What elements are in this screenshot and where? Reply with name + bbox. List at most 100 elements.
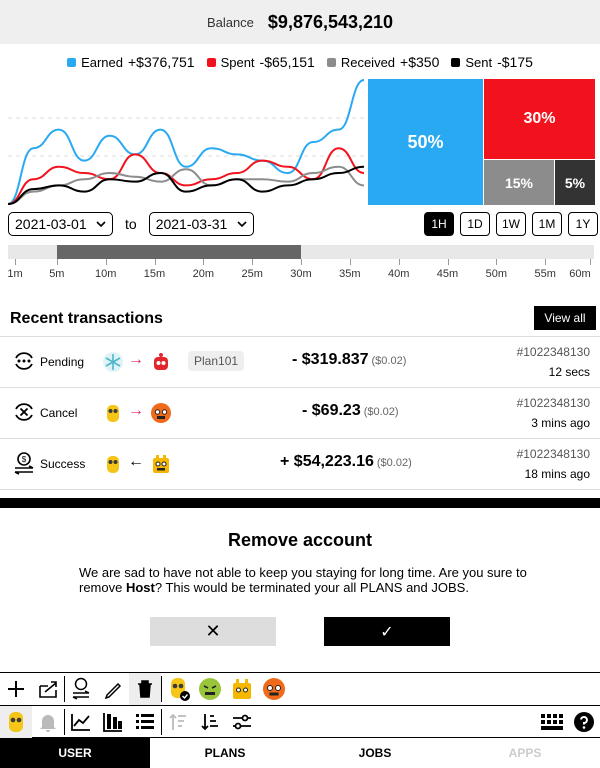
chevron-down-icon xyxy=(237,221,247,227)
snowflake-avatar-icon xyxy=(103,352,123,372)
transaction-row[interactable]: $ Success ← + $54,223.16 ($0.02) #1022348… xyxy=(0,439,600,490)
bar-chart-view-button[interactable] xyxy=(97,706,129,738)
treemap-cell-spent[interactable]: 30% xyxy=(484,79,595,159)
legend-value: -$175 xyxy=(497,54,533,70)
transaction-fee: ($0.02) xyxy=(371,355,407,367)
series-layer xyxy=(8,79,364,205)
action-toolbar xyxy=(0,672,600,706)
timeline-tick-label: 15m xyxy=(143,268,166,280)
legend-name: Spent xyxy=(220,54,255,70)
timeline-tick-label: 10m xyxy=(94,268,117,280)
help-button[interactable] xyxy=(568,706,600,738)
add-button[interactable] xyxy=(0,673,32,705)
timeline-selection[interactable] xyxy=(56,245,301,259)
amount-value: - $69.23 xyxy=(302,402,361,419)
robot-avatar-icon xyxy=(154,353,168,370)
legend-name: Earned xyxy=(81,54,123,70)
legend-swatch xyxy=(326,57,336,67)
transaction-id: #1022348130 xyxy=(516,345,590,359)
avatar-host-button[interactable] xyxy=(162,673,194,705)
line-chart-view-button[interactable] xyxy=(65,706,97,738)
timeline-tick xyxy=(590,259,591,265)
legend-value: +$350 xyxy=(400,54,440,70)
help-icon xyxy=(574,711,594,732)
transaction-status: Pending xyxy=(40,355,85,369)
tab-jobs[interactable]: JOBS xyxy=(300,738,450,768)
modal-confirm-button[interactable]: ✓ xyxy=(324,617,450,646)
avatar-orange-button[interactable] xyxy=(258,673,290,705)
balance-bar: Balance $9,876,543,210 xyxy=(0,0,600,44)
legend-item-sent[interactable]: Sent -$175 xyxy=(451,54,533,70)
timeline-tick-label: 20m xyxy=(192,268,215,280)
list-view-button[interactable] xyxy=(129,706,161,738)
pending-icon xyxy=(15,352,33,370)
range-button-1y[interactable]: 1Y xyxy=(568,212,598,236)
range-button-1w[interactable]: 1W xyxy=(496,212,526,236)
keyboard-icon xyxy=(541,713,563,730)
avatar-gold-button[interactable] xyxy=(226,673,258,705)
date-from-select[interactable]: 2021-03-01 xyxy=(8,212,113,236)
range-buttons: 1H 1D 1W 1M 1Y xyxy=(424,212,598,236)
timeline-track[interactable] xyxy=(8,245,594,259)
tab-user[interactable]: USER xyxy=(0,738,150,768)
sort-descending-button[interactable] xyxy=(194,706,226,738)
transaction-list: Pending → Plan101 - $319.837 ($0.02) #102… xyxy=(0,336,600,490)
timeline-tick xyxy=(301,259,302,265)
bar-chart-icon xyxy=(103,712,122,732)
keyboard-button[interactable] xyxy=(536,706,568,738)
yellow-avatar-checked-icon xyxy=(171,678,190,701)
modal-top-bar xyxy=(0,498,600,508)
notifications-button[interactable] xyxy=(32,706,64,738)
transaction-tag: Plan101 xyxy=(188,351,245,371)
user-avatar-button[interactable] xyxy=(0,705,32,738)
timeline-tick-label: 55m xyxy=(534,268,556,280)
modal-cancel-button[interactable]: ✕ xyxy=(150,617,276,646)
edit-button[interactable] xyxy=(97,673,129,705)
view-all-button[interactable]: View all xyxy=(534,306,596,330)
timeline-tick xyxy=(398,259,400,265)
transaction-row[interactable]: Pending → Plan101 - $319.837 ($0.02) #102… xyxy=(0,337,600,388)
transfer-button[interactable] xyxy=(65,673,97,705)
tab-plans[interactable]: PLANS xyxy=(150,738,300,768)
svg-text:$: $ xyxy=(22,455,27,464)
bell-icon xyxy=(40,714,56,732)
gold-robot-avatar-icon xyxy=(153,455,169,473)
legend-item-earned[interactable]: Earned +$376,751 xyxy=(67,54,195,70)
green-avatar-icon xyxy=(199,678,221,700)
legend-item-received[interactable]: Received +$350 xyxy=(326,54,440,70)
sort-ascending-button[interactable] xyxy=(162,706,194,738)
modal-account-name: Host xyxy=(125,580,155,595)
share-treemap: 50% 30% 15% 5% xyxy=(368,79,595,205)
pencil-icon xyxy=(104,682,122,699)
yellow-avatar-icon xyxy=(9,711,23,732)
chevron-down-icon xyxy=(96,221,106,227)
transfer-arrow: → xyxy=(128,402,144,419)
legend-item-spent[interactable]: Spent -$65,151 xyxy=(206,54,315,70)
export-button[interactable] xyxy=(32,673,64,705)
line-chart xyxy=(8,79,364,205)
timeline-tick xyxy=(545,259,547,265)
delete-button[interactable] xyxy=(129,673,161,705)
timeline-tick-label: 30m xyxy=(290,268,312,280)
timeline-tick xyxy=(203,259,205,265)
range-button-1d[interactable]: 1D xyxy=(460,212,490,236)
range-button-1m[interactable]: 1M xyxy=(532,212,562,236)
sort-descending-icon xyxy=(201,713,218,730)
timeline-tick xyxy=(496,259,498,265)
orange-avatar-icon xyxy=(151,403,171,423)
orange-avatar-icon xyxy=(263,678,285,700)
chart-legend: Earned +$376,751 Spent -$65,151 Received… xyxy=(0,54,600,70)
range-button-1h[interactable]: 1H xyxy=(424,212,454,236)
transaction-row[interactable]: Cancel → - $69.23 ($0.02) #1022348130 3 m… xyxy=(0,388,600,439)
treemap-cell-sent[interactable]: 5% xyxy=(555,160,595,205)
filter-settings-button[interactable] xyxy=(226,706,258,738)
date-to-label: to xyxy=(125,216,137,232)
treemap-cell-received[interactable]: 15% xyxy=(484,160,554,205)
series-line-spent xyxy=(8,147,364,205)
timeline-tick-label: 35m xyxy=(339,268,361,280)
transaction-amount: - $319.837 ($0.02) xyxy=(292,351,406,369)
date-to-select[interactable]: 2021-03-31 xyxy=(148,212,254,236)
tab-apps[interactable]: APPS xyxy=(450,738,600,768)
avatar-green-button[interactable] xyxy=(194,673,226,705)
treemap-cell-earned[interactable]: 50% xyxy=(368,79,483,205)
